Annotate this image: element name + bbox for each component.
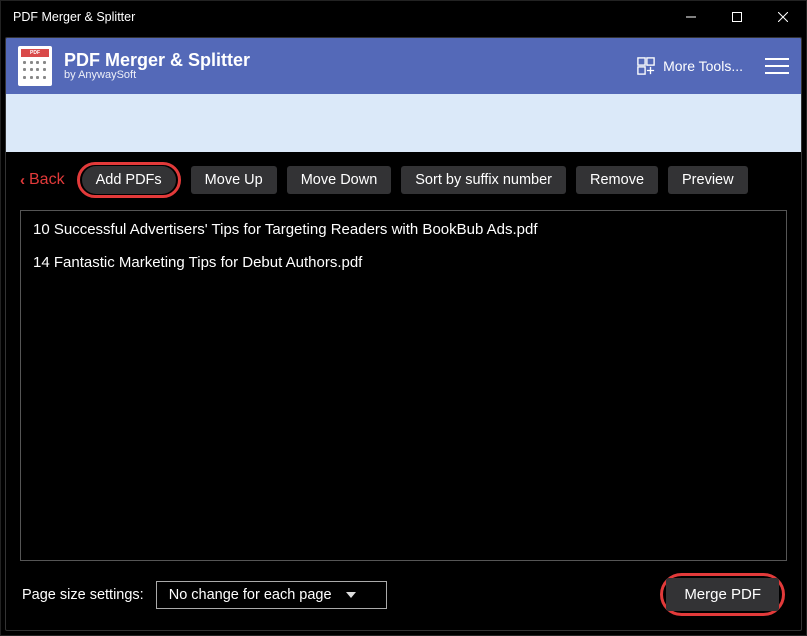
merge-pdf-highlight: Merge PDF bbox=[660, 573, 785, 616]
list-item[interactable]: 14 Fantastic Marketing Tips for Debut Au… bbox=[33, 254, 774, 271]
minimize-button[interactable] bbox=[668, 1, 714, 33]
title-bar: PDF Merger & Splitter bbox=[1, 1, 806, 33]
header-right: More Tools... bbox=[637, 57, 789, 75]
minimize-icon bbox=[686, 12, 696, 22]
list-item[interactable]: 10 Successful Advertisers' Tips for Targ… bbox=[33, 221, 774, 238]
grid-icon bbox=[637, 57, 655, 75]
header-left: PDF PDF Merger & Splitter by AnywaySoft bbox=[18, 46, 250, 86]
move-down-button[interactable]: Move Down bbox=[287, 166, 392, 194]
toolbar: ‹ Back Add PDFs Move Up Move Down Sort b… bbox=[6, 152, 801, 206]
hamburger-icon bbox=[765, 58, 789, 60]
back-button[interactable]: ‹ Back bbox=[20, 171, 67, 189]
app-subtitle: by AnywaySoft bbox=[64, 69, 250, 81]
page-size-label: Page size settings: bbox=[22, 587, 144, 603]
add-pdfs-highlight: Add PDFs bbox=[77, 162, 181, 198]
page-size-value: No change for each page bbox=[169, 587, 332, 603]
menu-button[interactable] bbox=[765, 58, 789, 74]
close-button[interactable] bbox=[760, 1, 806, 33]
maximize-icon bbox=[732, 12, 742, 22]
preview-button[interactable]: Preview bbox=[668, 166, 748, 194]
app-title: PDF Merger & Splitter bbox=[64, 51, 250, 69]
maximize-button[interactable] bbox=[714, 1, 760, 33]
sub-header bbox=[6, 94, 801, 152]
close-icon bbox=[778, 12, 788, 22]
sort-by-suffix-button[interactable]: Sort by suffix number bbox=[401, 166, 566, 194]
page-size-select[interactable]: No change for each page bbox=[156, 581, 387, 609]
footer: Page size settings: No change for each p… bbox=[6, 569, 801, 630]
window-controls bbox=[668, 1, 806, 33]
merge-pdf-button[interactable]: Merge PDF bbox=[666, 578, 779, 611]
app-header: PDF PDF Merger & Splitter by AnywaySoft bbox=[6, 38, 801, 94]
remove-button[interactable]: Remove bbox=[576, 166, 658, 194]
app-logo-icon: PDF bbox=[18, 46, 52, 86]
back-label: Back bbox=[29, 171, 65, 189]
footer-left: Page size settings: No change for each p… bbox=[22, 581, 387, 609]
add-pdfs-button[interactable]: Add PDFs bbox=[82, 166, 176, 194]
app-body: PDF PDF Merger & Splitter by AnywaySoft bbox=[5, 37, 802, 631]
more-tools-button[interactable]: More Tools... bbox=[637, 57, 743, 75]
window-title: PDF Merger & Splitter bbox=[13, 10, 135, 24]
more-tools-label: More Tools... bbox=[663, 58, 743, 74]
file-list: 10 Successful Advertisers' Tips for Targ… bbox=[20, 210, 787, 561]
app-window: PDF Merger & Splitter PDF bbox=[0, 0, 807, 636]
header-titles: PDF Merger & Splitter by AnywaySoft bbox=[64, 51, 250, 81]
chevron-down-icon bbox=[346, 592, 356, 598]
chevron-left-icon: ‹ bbox=[20, 172, 25, 189]
move-up-button[interactable]: Move Up bbox=[191, 166, 277, 194]
